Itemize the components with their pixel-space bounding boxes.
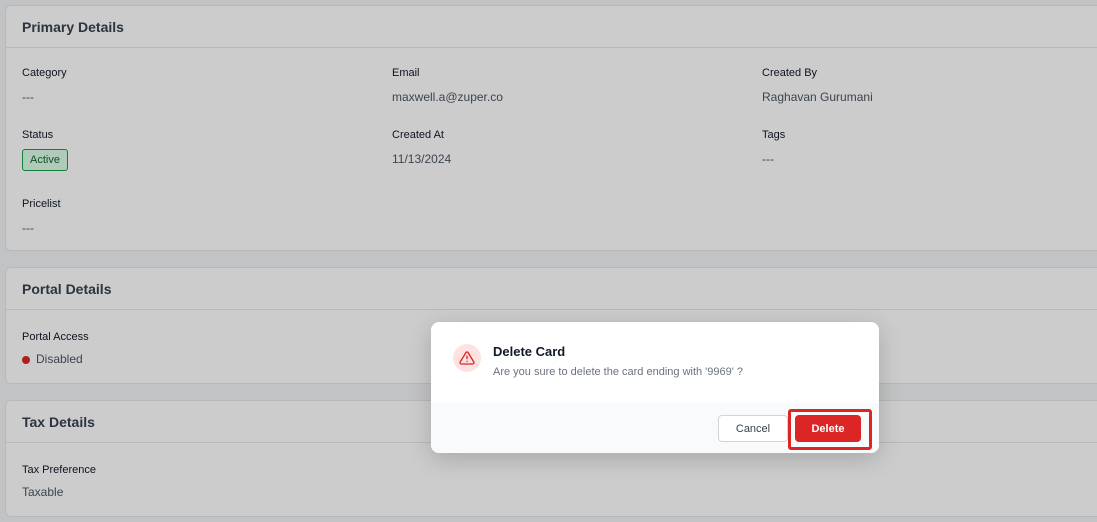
dialog-title: Delete Card: [493, 344, 566, 359]
delete-card-dialog: Delete Card Are you sure to delete the c…: [431, 322, 879, 453]
warning-triangle-icon: [459, 351, 475, 365]
delete-button[interactable]: Delete: [795, 415, 861, 442]
dialog-footer: Cancel Delete: [431, 403, 879, 453]
cancel-button[interactable]: Cancel: [718, 415, 788, 442]
warning-icon-container: [453, 344, 481, 372]
dialog-body: Delete Card Are you sure to delete the c…: [431, 322, 879, 403]
dialog-message: Are you sure to delete the card ending w…: [493, 366, 744, 378]
